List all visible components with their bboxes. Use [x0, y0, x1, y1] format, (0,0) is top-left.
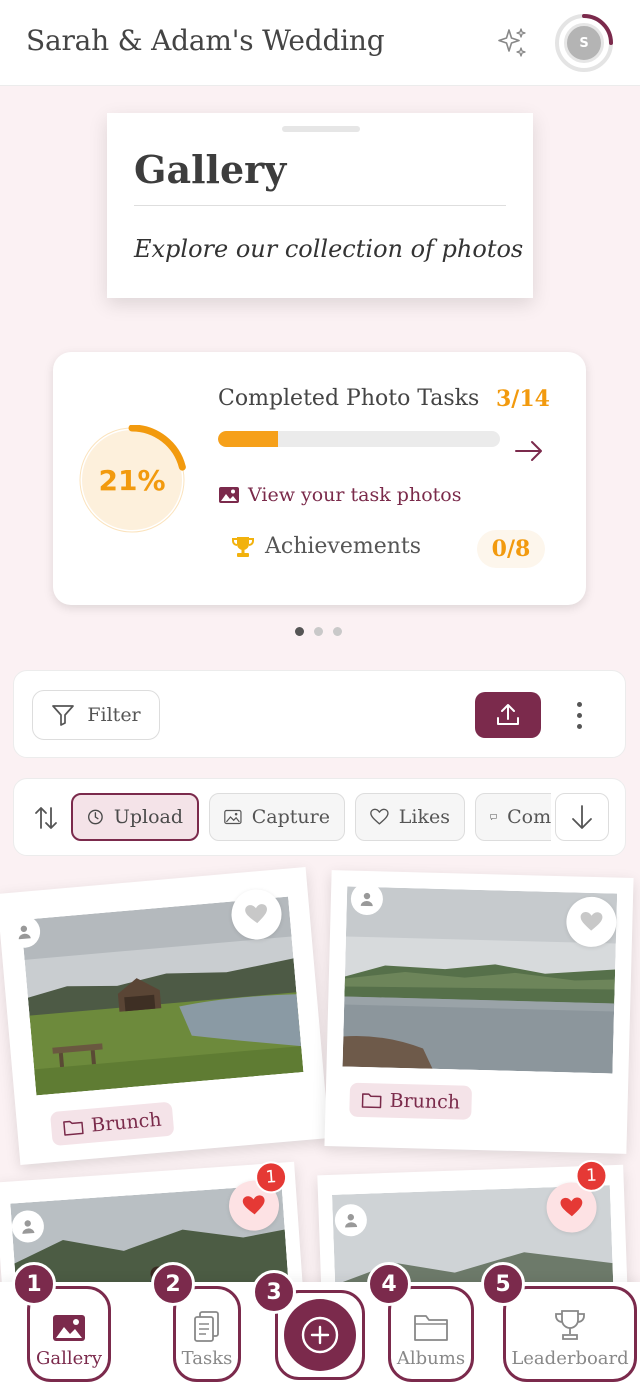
arrow-down-icon	[572, 805, 592, 829]
more-dot	[576, 701, 582, 707]
filter-label: Filter	[87, 704, 141, 726]
app-title: Sarah & Adam's Wedding	[26, 24, 385, 57]
gallery-icon	[53, 1315, 85, 1341]
more-options-button[interactable]	[567, 695, 591, 735]
upload-button[interactable]	[475, 692, 541, 738]
user-icon	[22, 1220, 35, 1234]
clipboard-icon	[194, 1311, 219, 1342]
app-header: Sarah & Adam's Wedding S	[0, 0, 640, 86]
carousel-dot[interactable]	[295, 627, 304, 636]
heart-icon	[580, 911, 603, 931]
sort-chip-label: Upload	[113, 806, 183, 828]
user-icon	[345, 1214, 358, 1228]
nav-number-marker: 1	[12, 1262, 56, 1306]
album-tag[interactable]: Brunch	[49, 1101, 175, 1147]
carousel-dot[interactable]	[333, 627, 342, 636]
sort-chip-comments[interactable]: Comments	[475, 793, 551, 841]
carousel-dots	[295, 627, 342, 636]
gallery-title-card: Gallery Explore our collection of photos	[107, 113, 533, 298]
divider	[134, 205, 506, 206]
carousel-dot[interactable]	[314, 627, 323, 636]
sort-chip-label: Capture	[251, 806, 330, 828]
nav-leaderboard[interactable]: Leaderboard	[503, 1286, 637, 1382]
album-tag-label: Brunch	[389, 1089, 461, 1114]
trophy-icon	[555, 1310, 585, 1340]
sort-chip-label: Likes	[398, 806, 450, 828]
nav-label: Leaderboard	[511, 1348, 629, 1369]
filter-icon	[52, 705, 75, 726]
image-icon	[219, 487, 239, 503]
filter-toolbar: Filter	[13, 670, 626, 758]
heart-icon	[370, 808, 389, 825]
nav-number-marker: 2	[151, 1262, 195, 1306]
arrow-right-icon[interactable]	[512, 434, 546, 468]
sort-chip-likes[interactable]: Likes	[355, 793, 465, 841]
nav-label: Tasks	[181, 1348, 233, 1369]
folder-icon	[361, 1093, 382, 1109]
album-tag[interactable]: Brunch	[349, 1082, 473, 1120]
upload-icon	[497, 704, 519, 725]
photo-card[interactable]: Brunch	[0, 867, 330, 1165]
add-photo-button-inner	[284, 1299, 356, 1371]
sort-chip-label: Comments	[507, 806, 551, 828]
sort-direction-button[interactable]	[555, 793, 609, 841]
view-task-photos-label: View your task photos	[248, 484, 462, 506]
tasks-progress-fill	[218, 431, 279, 447]
album-tag-label: Brunch	[90, 1108, 163, 1137]
tasks-count: 3/14	[496, 386, 550, 412]
more-dot	[576, 712, 582, 718]
sort-chips: Upload Capture Likes Comments	[71, 793, 551, 843]
user-icon	[18, 925, 31, 940]
heart-icon	[242, 1195, 265, 1215]
page-subtitle: Explore our collection of photos	[134, 235, 524, 263]
user-icon	[360, 892, 373, 907]
sort-chip-upload[interactable]: Upload	[71, 793, 199, 841]
sort-toolbar: Upload Capture Likes Comments	[13, 778, 626, 856]
folder-icon	[63, 1120, 84, 1136]
progress-percent: 21%	[98, 463, 166, 497]
clock-icon	[88, 809, 103, 825]
nav-number-marker: 3	[252, 1270, 296, 1314]
view-task-photos-link[interactable]: View your task photos	[218, 484, 461, 506]
achievements-count: 0/8	[477, 530, 545, 568]
sparkle-icon[interactable]	[495, 26, 529, 60]
nav-number-marker: 4	[367, 1262, 411, 1306]
more-dot	[576, 723, 582, 729]
image-icon	[224, 809, 242, 825]
achievements-label: Achievements	[265, 534, 422, 559]
profile-button[interactable]: S	[554, 13, 614, 73]
avatar: S	[564, 23, 604, 63]
nav-label: Gallery	[35, 1348, 103, 1369]
trophy-icon	[232, 536, 254, 557]
heart-icon	[245, 904, 267, 924]
tasks-progress-bar	[218, 431, 500, 447]
folder-icon	[414, 1315, 448, 1341]
nav-label: Albums	[396, 1348, 466, 1369]
card-grip	[282, 126, 360, 132]
nav-number-marker: 5	[481, 1262, 525, 1306]
comment-icon	[490, 814, 497, 820]
tasks-label: Completed Photo Tasks	[218, 386, 480, 411]
achievements-row[interactable]: Achievements	[231, 534, 421, 559]
task-progress-card[interactable]: 21% Completed Photo Tasks 3/14 View your…	[53, 352, 586, 605]
sort-chip-capture[interactable]: Capture	[209, 793, 345, 841]
page-title: Gallery	[134, 147, 287, 192]
heart-icon	[560, 1197, 583, 1217]
filter-button[interactable]: Filter	[32, 690, 160, 740]
photo-card[interactable]: Brunch	[324, 870, 634, 1154]
plus-icon	[301, 1316, 339, 1354]
sort-toggle-icon[interactable]	[32, 804, 60, 832]
